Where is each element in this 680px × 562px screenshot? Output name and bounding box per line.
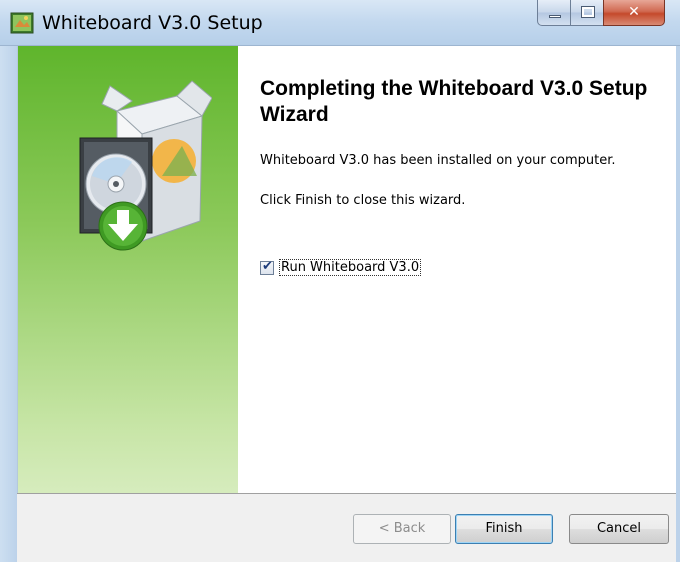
run-app-checkbox[interactable]: ✔ — [260, 259, 274, 275]
installer-package-icon — [79, 80, 212, 251]
window-frame-left — [0, 46, 17, 562]
close-button[interactable]: ✕ — [603, 0, 665, 26]
close-icon: ✕ — [628, 4, 640, 20]
caption-buttons: ✕ — [537, 0, 680, 26]
wizard-content: Completing the Whiteboard V3.0 Setup Wiz… — [238, 46, 676, 493]
cancel-button[interactable]: Cancel — [569, 514, 669, 544]
checkmark-icon: ✔ — [262, 259, 273, 274]
page-heading: Completing the Whiteboard V3.0 Setup Wiz… — [260, 77, 648, 126]
app-icon — [10, 12, 34, 34]
minimize-button[interactable] — [537, 0, 571, 26]
window-title: Whiteboard V3.0 Setup — [42, 12, 263, 34]
window-frame-right — [676, 46, 680, 562]
back-button[interactable]: < Back — [353, 514, 451, 544]
minimize-icon — [549, 15, 561, 18]
run-app-label[interactable]: Run Whiteboard V3.0 — [278, 259, 422, 276]
maximize-button[interactable] — [570, 0, 604, 26]
installed-message: Whiteboard V3.0 has been installed on yo… — [260, 153, 616, 168]
title-bar[interactable]: Whiteboard V3.0 Setup ✕ — [0, 0, 680, 46]
wizard-side-panel — [17, 46, 238, 493]
wizard-button-bar: < Back Finish Cancel — [17, 493, 676, 562]
instruction-message: Click Finish to close this wizard. — [260, 193, 466, 208]
finish-button[interactable]: Finish — [455, 514, 553, 544]
setup-window: Whiteboard V3.0 Setup ✕ Completing the W… — [0, 0, 680, 562]
maximize-icon — [581, 6, 595, 18]
